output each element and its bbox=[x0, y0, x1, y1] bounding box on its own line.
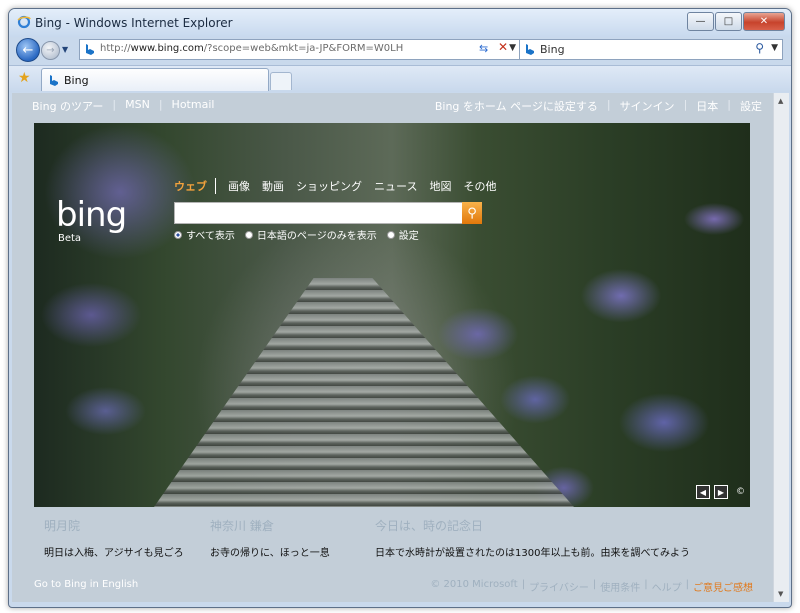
tab-bing[interactable]: Bing bbox=[41, 68, 269, 91]
radio-icon bbox=[386, 230, 395, 239]
hotspots-row: 明月院 明日は入梅、アジサイも見ごろ 神奈川 鎌倉 お寺の帰りに、ほっと一息 今… bbox=[34, 507, 750, 565]
page-content: Bing のツアー | MSN | Hotmail Bing をホーム ページに… bbox=[12, 93, 773, 602]
scope-videos[interactable]: 動画 bbox=[262, 178, 284, 194]
hotspot-heading: 明月院 bbox=[44, 519, 81, 533]
bing-favicon-icon bbox=[526, 44, 534, 55]
search-scopes: ウェブ 画像 動画 ショッピング ニュース 地図 その他 bbox=[174, 178, 508, 194]
separator: | bbox=[592, 579, 597, 590]
radio-settings[interactable]: 設定 bbox=[386, 227, 419, 242]
radio-icon bbox=[244, 230, 253, 239]
beta-label: Beta bbox=[58, 233, 82, 244]
separator: | bbox=[521, 579, 526, 590]
search-icon[interactable]: ⚲ bbox=[755, 41, 764, 55]
search-provider-label: Bing bbox=[540, 43, 565, 56]
scope-news[interactable]: ニュース bbox=[374, 178, 417, 194]
copyright-text: © 2010 Microsoft bbox=[430, 579, 518, 590]
scope-maps[interactable]: 地図 bbox=[429, 178, 451, 194]
link-feedback[interactable]: ご意見ご感想 bbox=[693, 579, 753, 594]
scope-web[interactable]: ウェブ bbox=[174, 178, 216, 194]
top-links-bar: Bing のツアー | MSN | Hotmail Bing をホーム ページに… bbox=[12, 93, 773, 117]
forward-button[interactable]: → bbox=[41, 41, 60, 60]
link-help[interactable]: ヘルプ bbox=[652, 579, 682, 594]
separator: | bbox=[158, 98, 163, 111]
ie-logo-icon bbox=[17, 15, 31, 29]
search-input[interactable] bbox=[174, 202, 464, 224]
radio-label: すべて表示 bbox=[186, 231, 235, 242]
browser-search-box[interactable]: Bing ⚲ ▼ bbox=[519, 39, 783, 60]
separator: | bbox=[727, 98, 731, 111]
separator: | bbox=[644, 579, 648, 590]
image-navigation: ◀ ▶ © bbox=[696, 485, 745, 499]
recent-pages-dropdown[interactable]: ▼ bbox=[62, 45, 68, 54]
prev-image-button[interactable]: ◀ bbox=[696, 485, 710, 499]
window-title: Bing - Windows Internet Explorer bbox=[35, 16, 233, 30]
address-dropdown-icon[interactable]: ▼ bbox=[509, 43, 516, 53]
caption-buttons: — □ ✕ bbox=[686, 12, 785, 31]
search-button[interactable]: ⚲ bbox=[462, 202, 482, 224]
radio-label: 設定 bbox=[398, 231, 419, 242]
hotspot-1[interactable]: 明月院 明日は入梅、アジサイも見ごろ bbox=[44, 517, 184, 559]
radio-selected-icon bbox=[174, 230, 182, 239]
forward-arrow-icon: → bbox=[46, 45, 55, 56]
separator: | bbox=[685, 579, 689, 590]
maximize-button[interactable]: □ bbox=[715, 12, 742, 31]
link-settings[interactable]: 設定 bbox=[740, 98, 762, 114]
hotspot-3[interactable]: 今日は、時の記念日 日本で水時計が設置されたのは1300年以上も前。由来を調べて… bbox=[375, 517, 690, 559]
link-set-homepage[interactable]: Bing をホーム ページに設定する bbox=[435, 98, 598, 114]
scope-more[interactable]: その他 bbox=[463, 178, 496, 194]
address-bar[interactable]: http://www.bing.com/?scope=web&mkt=ja-JP… bbox=[79, 39, 521, 60]
link-bing-english[interactable]: Go to Bing in English bbox=[34, 579, 138, 590]
link-msn[interactable]: MSN bbox=[125, 98, 150, 114]
favorites-star-icon[interactable]: ★ bbox=[18, 70, 31, 86]
radio-label: 日本語のページのみを表示 bbox=[256, 231, 377, 242]
back-button[interactable]: ← bbox=[16, 38, 40, 62]
bing-favicon-icon bbox=[86, 44, 94, 55]
scope-shopping[interactable]: ショッピング bbox=[296, 178, 362, 194]
separator: | bbox=[683, 98, 688, 111]
hotspot-description: 明日は入梅、アジサイも見ごろ bbox=[44, 548, 184, 559]
scroll-up-icon[interactable]: ▲ bbox=[778, 97, 783, 105]
link-region[interactable]: 日本 bbox=[696, 98, 718, 114]
close-button[interactable]: ✕ bbox=[743, 12, 785, 31]
search-options: すべて表示 日本語のページのみを表示 設定 bbox=[174, 227, 429, 242]
separator: | bbox=[606, 98, 611, 111]
tab-bar: ★ Bing bbox=[9, 65, 791, 92]
hotspot-description: 日本で水時計が設置されたのは1300年以上も前。由来を調べてみよう bbox=[375, 548, 691, 559]
stop-icon[interactable]: ✕ bbox=[498, 40, 508, 54]
bing-logo: bing bbox=[56, 195, 127, 235]
title-bar: Bing - Windows Internet Explorer — □ ✕ bbox=[9, 9, 791, 37]
hotspot-description: お寺の帰りに、ほっと一息 bbox=[210, 548, 330, 559]
refresh-icon[interactable]: ⇆ bbox=[479, 42, 488, 55]
search-options-dropdown-icon[interactable]: ▼ bbox=[771, 43, 778, 53]
copyright-icon[interactable]: © bbox=[736, 487, 745, 497]
separator: | bbox=[112, 98, 117, 111]
link-hotmail[interactable]: Hotmail bbox=[172, 98, 215, 114]
hotspot-heading: 神奈川 鎌倉 bbox=[210, 519, 274, 533]
vertical-scrollbar[interactable]: ▲ ▼ bbox=[773, 93, 789, 602]
scroll-down-icon[interactable]: ▼ bbox=[778, 590, 783, 598]
hotspot-2[interactable]: 神奈川 鎌倉 お寺の帰りに、ほっと一息 bbox=[210, 517, 330, 559]
link-terms[interactable]: 使用条件 bbox=[600, 579, 640, 594]
bing-favicon-icon bbox=[50, 75, 58, 86]
magnifier-icon: ⚲ bbox=[467, 205, 477, 221]
minimize-button[interactable]: — bbox=[687, 12, 714, 31]
ie-window: Bing - Windows Internet Explorer — □ ✕ ←… bbox=[8, 8, 792, 608]
radio-all-results[interactable]: すべて表示 bbox=[174, 227, 235, 242]
back-arrow-icon: ← bbox=[22, 42, 34, 58]
new-tab-button[interactable] bbox=[270, 72, 292, 90]
next-image-button[interactable]: ▶ bbox=[714, 485, 728, 499]
address-url: http://www.bing.com/?scope=web&mkt=ja-JP… bbox=[100, 43, 404, 54]
link-sign-in[interactable]: サインイン bbox=[620, 98, 675, 114]
tab-label: Bing bbox=[64, 74, 89, 87]
hero-image: bing Beta ウェブ 画像 動画 ショッピング ニュース 地図 その他 ⚲… bbox=[34, 123, 750, 507]
footer: Go to Bing in English © 2010 Microsoft |… bbox=[12, 571, 773, 595]
scope-images[interactable]: 画像 bbox=[228, 178, 250, 194]
navigation-bar: ← → ▼ http://www.bing.com/?scope=web&mkt… bbox=[9, 37, 791, 65]
hotspot-heading: 今日は、時の記念日 bbox=[375, 519, 484, 533]
link-bing-tour[interactable]: Bing のツアー bbox=[32, 98, 103, 114]
stone-steps-image bbox=[154, 278, 574, 507]
link-privacy[interactable]: プライバシー bbox=[529, 579, 589, 594]
radio-japanese-only[interactable]: 日本語のページのみを表示 bbox=[244, 227, 377, 242]
